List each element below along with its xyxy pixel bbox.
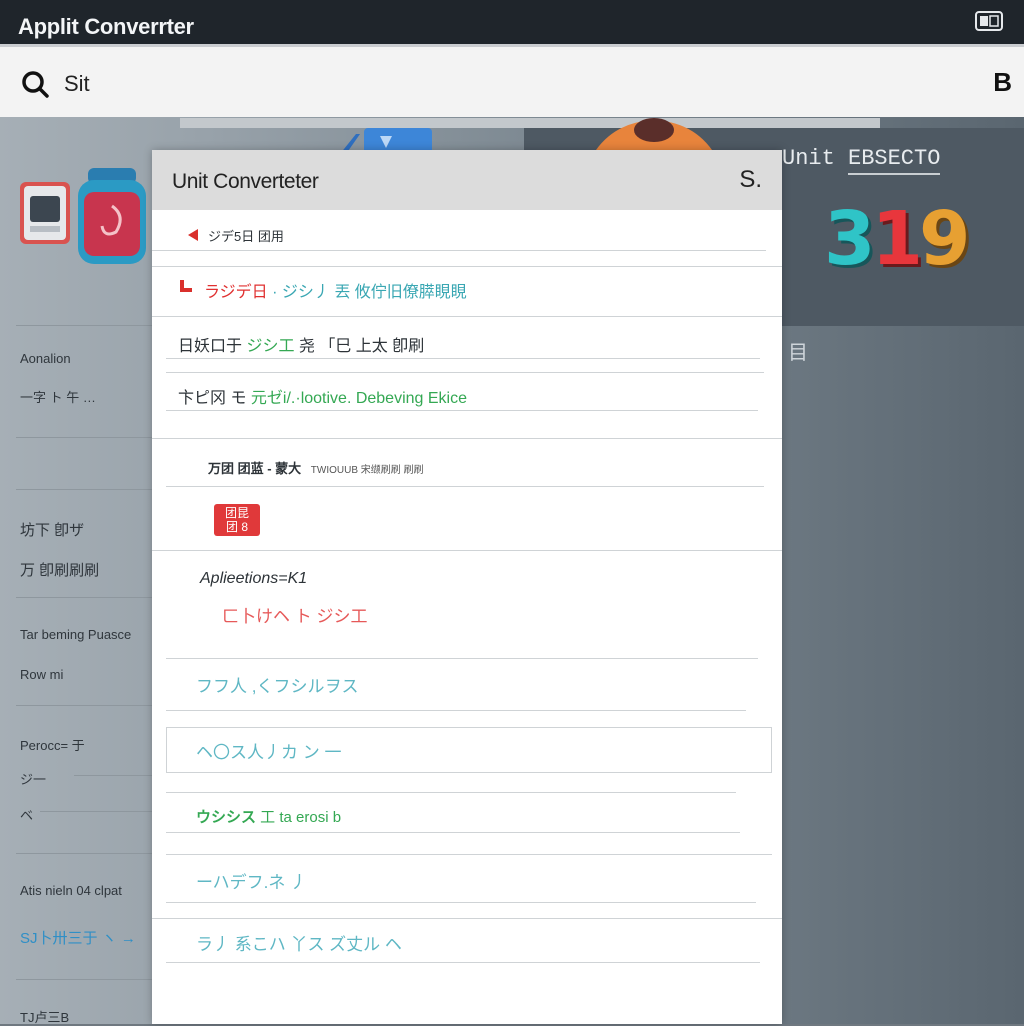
sidebar-item[interactable]: Row mi — [20, 667, 63, 682]
window-menu-icon[interactable] — [974, 10, 1004, 32]
row-text: · ジシ丿 丟 攸佇旧僚膵睍睍 — [272, 284, 467, 301]
list-item[interactable]: ウシシス 工 ta erosi b — [196, 806, 341, 827]
row-divider — [152, 438, 782, 439]
sidebar-item[interactable]: Atis nieln 04 clpat — [20, 883, 122, 898]
sidebar-divider — [16, 979, 152, 980]
unit-converter-dialog: Unit Converteter S. ジデ5日 团用 ラジデ日 · ジシ丿 丟… — [152, 150, 782, 1024]
row-divider — [166, 832, 740, 833]
row-divider — [166, 658, 758, 659]
list-item[interactable]: 卞ピ冈 モ 元ゼi/.·lootive. Debeving Ekice — [178, 384, 467, 408]
sidebar-divider — [16, 705, 152, 706]
sidebar-item[interactable]: TJ卢三B — [20, 1007, 69, 1026]
back-arrow-icon[interactable] — [188, 229, 198, 241]
row-subtext: ㄈ卜けヘ ト ジシ工 — [222, 607, 368, 626]
row-prefix: 卞ピ冈 モ — [178, 390, 251, 407]
sidebar-divider — [16, 437, 152, 438]
row-text: 万团 团蓝 - 蒙大 — [208, 461, 302, 476]
list-item[interactable]: ジデ5日 团用 — [208, 226, 284, 245]
unit-value: EBSECTO — [848, 146, 941, 175]
row-divider — [166, 902, 756, 903]
list-item[interactable]: ラ丿 系こハ 丫ス ズ丈ル ヘ — [196, 930, 402, 955]
status-badge: 团昆 团 8 — [214, 504, 260, 536]
dialog-header: Unit Converteter S. — [152, 150, 782, 210]
row-divider — [166, 358, 760, 359]
row-small-text: TWIOUUB 宋缬刷刷 刷刷 — [310, 465, 424, 476]
list-item[interactable]: ーハデフ.ネ 丿 — [196, 868, 307, 893]
search-input[interactable] — [64, 71, 364, 97]
red-flag-icon — [180, 280, 192, 292]
row-divider — [166, 854, 772, 855]
row-divider — [166, 486, 764, 487]
row-green: ジシ工 — [246, 338, 299, 355]
search-right-button[interactable]: B — [993, 67, 1012, 98]
dialog-close-button[interactable]: S. — [739, 166, 762, 194]
row-divider — [152, 550, 782, 551]
sidebar-divider — [16, 853, 152, 854]
background-strip — [180, 118, 880, 128]
sidebar-item[interactable]: 一字 ト 午 … — [20, 387, 96, 406]
sidebar-divider — [16, 325, 152, 326]
sidebar-item[interactable]: Tar beming Puasce — [20, 627, 131, 642]
row-divider — [166, 792, 736, 793]
row-text: ·lootive. Debeving Ekice — [295, 390, 467, 407]
title-bar: Applit Converrter — [0, 0, 1024, 47]
row-green: 元ゼi/. — [250, 390, 296, 407]
row-divider — [152, 918, 782, 919]
row-divider — [166, 962, 760, 963]
row-divider — [152, 250, 766, 251]
sidebar-item[interactable]: 万 卽刷刷刷 — [20, 559, 99, 580]
row-prefix: 日妖口于 — [178, 338, 247, 355]
list-item[interactable]: フフ人 ,くフシルヲス — [196, 672, 358, 697]
sidebar-divider — [16, 597, 152, 598]
orange-app-icon — [596, 118, 712, 150]
search-icon[interactable] — [20, 69, 50, 99]
sidebar-item[interactable]: ベ — [20, 805, 33, 824]
sidebar-item[interactable]: ジ一 — [20, 769, 46, 788]
list-item[interactable]: 日妖口于 ジシ工 尧 「巳 上太 卽刷 — [178, 332, 424, 356]
row-divider — [166, 410, 758, 411]
window-title: Applit Converrter — [18, 14, 194, 39]
list-item[interactable]: Aplieetions=K1 — [200, 570, 307, 588]
digit-3: 9 — [919, 196, 970, 282]
big-number-display: 319 — [824, 196, 970, 282]
row-divider — [152, 316, 782, 317]
list-item[interactable]: ラジデ日 · ジシ丿 丟 攸佇旧僚膵睍睍 — [204, 278, 467, 302]
left-sidebar: Aonalion 一字 ト 午 … 坊下 卽ザ 万 卽刷刷刷 Tar bemin… — [0, 117, 152, 1026]
row-divider — [152, 266, 782, 267]
sidebar-item[interactable]: 坊下 卽ザ — [20, 519, 84, 540]
sidebar-divider — [40, 811, 152, 812]
side-glyph: 目 — [788, 342, 808, 364]
row-divider — [166, 372, 764, 373]
sidebar-item[interactable]: Perocc= 于 — [20, 735, 85, 754]
row-green: ウシシス — [196, 809, 261, 826]
row-text: 尧 「巳 上太 卽刷 — [298, 338, 425, 355]
list-item[interactable]: 万团 团蓝 - 蒙大 TWIOUUB 宋缬刷刷 刷刷 — [208, 458, 424, 477]
unit-label: Unit — [782, 146, 835, 171]
input-value: ヘ〇ス人丿カ ン 一 — [196, 743, 342, 762]
sidebar-item[interactable]: Aonalion — [20, 351, 71, 366]
dialog-title: Unit Converteter — [172, 170, 319, 193]
sidebar-divider — [16, 489, 152, 490]
sidebar-divider — [74, 775, 152, 776]
row-prefix: ラジデ日 — [204, 284, 273, 301]
search-bar: B — [0, 47, 1024, 118]
row-divider — [166, 710, 746, 711]
digit-2: 1 — [871, 196, 923, 282]
row-text: 工 ta erosi b — [260, 809, 342, 826]
digit-1: 3 — [824, 196, 875, 282]
sidebar-link[interactable]: SJ卜卅三于 ヽ → — [20, 927, 136, 948]
